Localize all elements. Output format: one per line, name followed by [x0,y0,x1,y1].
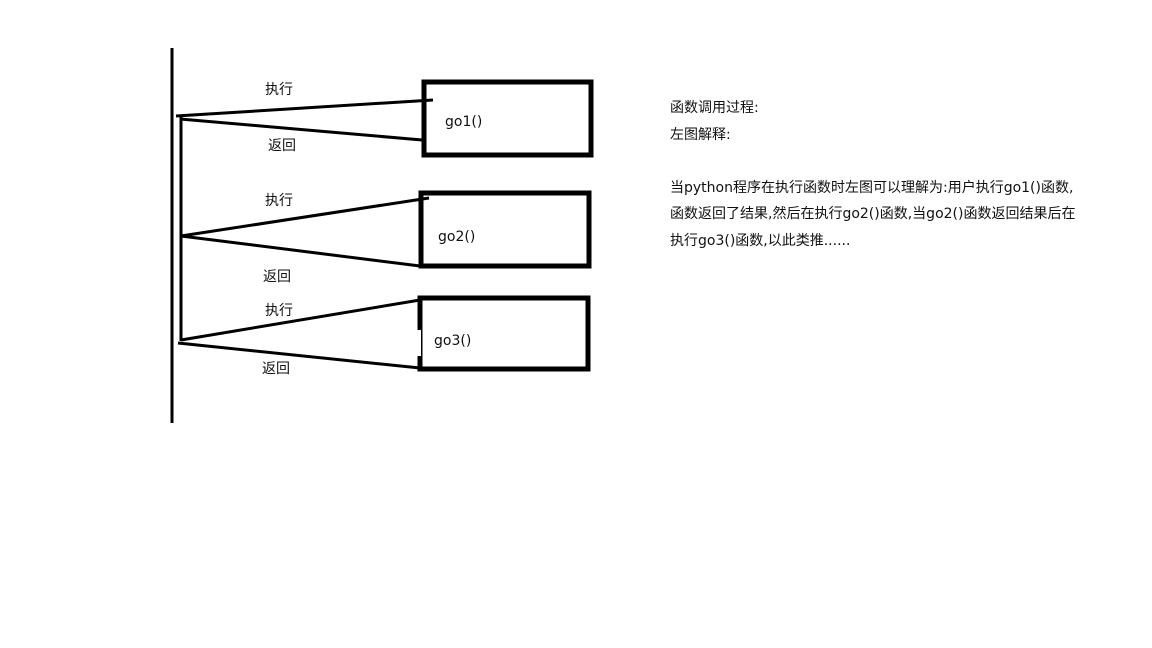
return-arrow-go3 [177,341,421,370]
call-arrow-go3 [180,298,421,342]
notes-line: 执行go3()函数,以此类推...... [670,232,851,249]
return-arrow-go2 [180,234,421,268]
notes-title: 函数调用过程: [670,100,759,116]
return-label-go2: 返回 [263,269,291,285]
notes-subtitle: 左图解释: [670,126,731,143]
call-arrow-go1 [175,98,434,118]
call-label-go3: 执行 [265,303,293,319]
call-label-go2: 执行 [265,193,293,209]
return-label-go3: 返回 [262,361,290,377]
explanation-notes: 函数调用过程: 左图解释: 当python程序在执行函数时左图可以理解为:用户执… [670,95,1130,254]
notes-line: 当python程序在执行函数时左图可以理解为:用户执行go1()函数, [670,179,1074,196]
function-name-go3: go3() [434,333,472,349]
call-label-go1: 执行 [265,82,293,98]
function-name-go2: go2() [438,229,476,245]
notes-line: 函数返回了结果,然后在执行go2()函数,当go2()函数返回结果后在 [670,206,1076,222]
function-name-go1: go1() [445,114,483,130]
return-label-go1: 返回 [268,138,296,154]
return-arrow-go1 [179,117,423,142]
call-arrow-go2 [180,196,430,238]
